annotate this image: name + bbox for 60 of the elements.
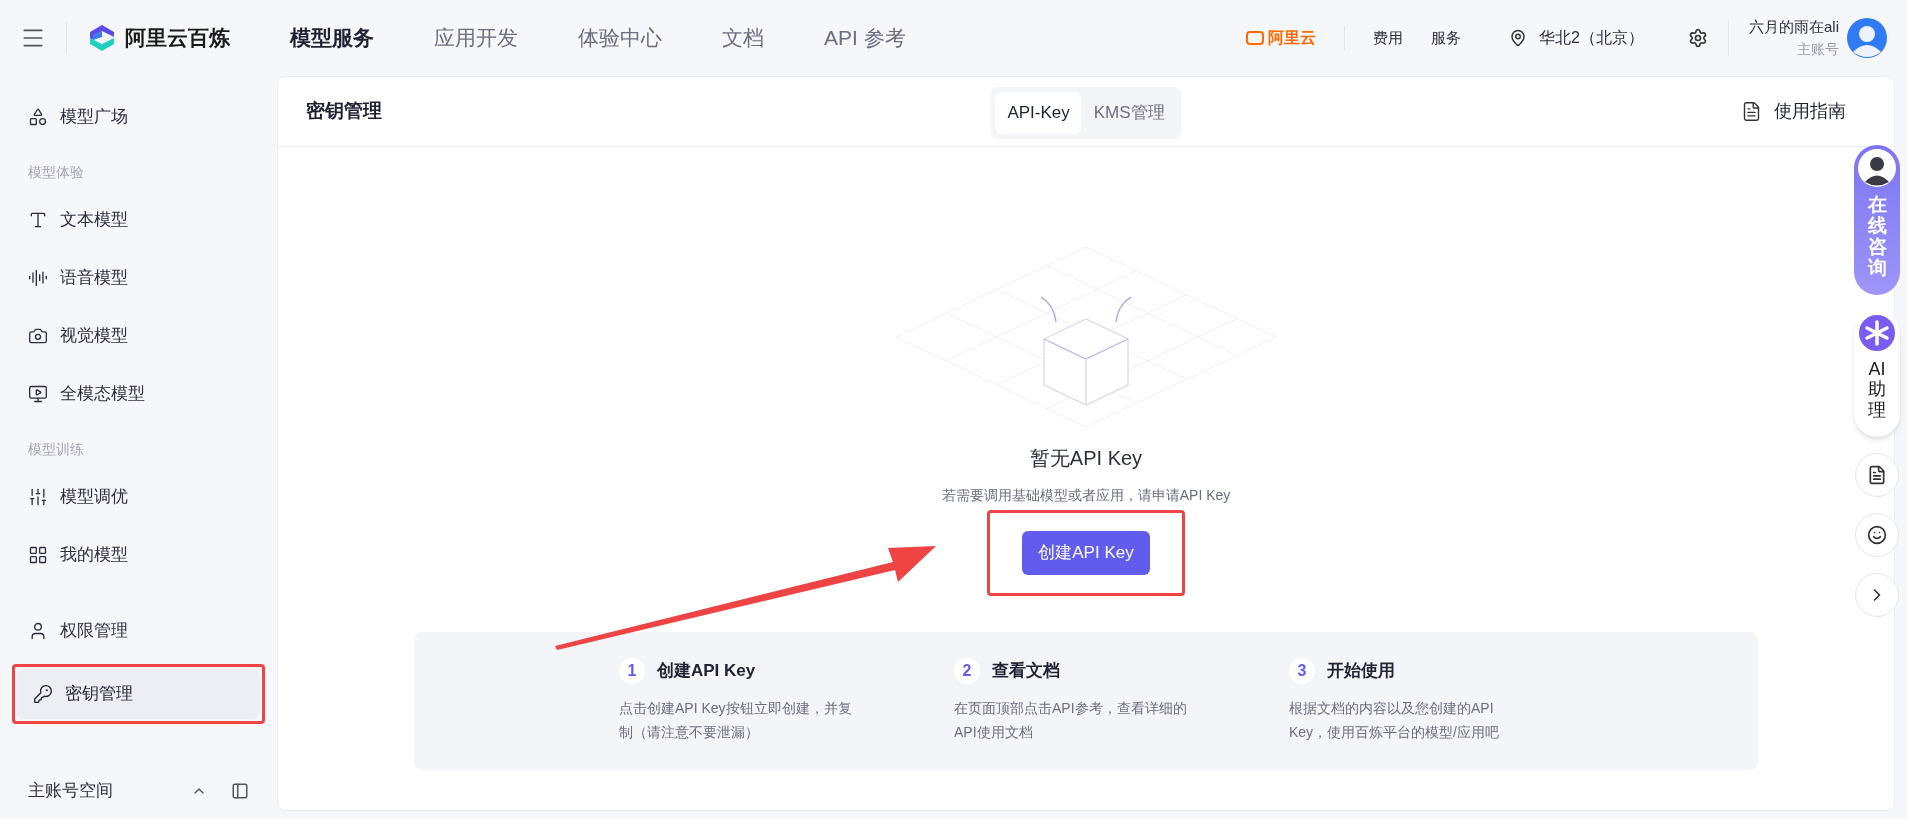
key-icon [33, 684, 53, 704]
nav-tab[interactable]: 体验中心 [578, 22, 662, 54]
sliders-icon [28, 487, 48, 507]
section-label: 模型体验 [27, 163, 85, 182]
sidebar-item[interactable]: 文本模型 [12, 195, 265, 245]
play-screen-icon [28, 384, 48, 404]
page-title: 密钥管理 [306, 99, 382, 124]
sidebar-item[interactable]: 模型调优 [12, 472, 265, 522]
nav-tab[interactable]: 模型服务 [290, 22, 374, 54]
step-number: 3 [1289, 658, 1315, 684]
nav-tab[interactable]: API 参考 [824, 22, 906, 54]
sidebar-item[interactable]: 密钥管理 [17, 669, 260, 719]
sidebar-item[interactable]: 全模态模型 [12, 369, 265, 419]
text-icon [28, 210, 48, 230]
smiley-icon [1867, 524, 1887, 545]
grid-icon [28, 545, 48, 565]
asterisk-logo-icon [1859, 314, 1895, 351]
sidebar-item[interactable]: 语音模型 [12, 253, 265, 303]
create-key-button[interactable]: 创建API Key [1022, 531, 1150, 575]
step-number: 2 [954, 658, 980, 684]
document-icon [1867, 464, 1887, 485]
region-selector[interactable]: 华北2（北京） [1539, 26, 1644, 50]
feedback-button[interactable] [1855, 512, 1899, 557]
nav-tab[interactable]: 文档 [722, 22, 764, 54]
sidebar-item[interactable]: 视觉模型 [12, 311, 265, 361]
tab[interactable]: API-Key [995, 92, 1082, 134]
step-description: 在页面顶部点击API参考，查看详细的API使用文档 [954, 699, 1188, 742]
empty-description: 若需要调用基础模型或者应用，请申请API Key [941, 486, 1231, 505]
sidebar-item[interactable]: 模型广场 [12, 92, 265, 142]
header-link[interactable]: 服务 [1431, 26, 1462, 50]
header-link[interactable]: 费用 [1373, 26, 1404, 50]
step-title: 创建API Key [657, 660, 756, 683]
sidebar-item[interactable]: 我的模型 [12, 530, 265, 580]
step-title: 开始使用 [1327, 660, 1395, 683]
empty-title: 暂无API Key [1029, 446, 1143, 471]
agent-avatar-icon [1858, 149, 1896, 187]
step-title: 查看文档 [992, 660, 1060, 683]
nav-tab[interactable]: 应用开发 [434, 22, 518, 54]
location-pin-icon [1509, 29, 1528, 47]
logo-icon [87, 23, 117, 53]
collapse-panel-icon[interactable] [231, 782, 249, 800]
account-type: 主账号 [1797, 39, 1839, 59]
camera-icon [28, 326, 48, 346]
settings-icon[interactable] [1688, 28, 1708, 48]
document-button[interactable] [1855, 452, 1899, 497]
shapes-icon [28, 107, 48, 127]
step-number: 1 [619, 658, 645, 684]
step-description: 根据文档的内容以及您创建的API Key，使用百炼平台的模型/应用吧 [1289, 699, 1500, 742]
user-name: 六月的雨在ali [1749, 17, 1839, 38]
step-description: 点击创建API Key按钮立即创建，并复制（请注意不要泄漏） [619, 699, 853, 742]
workspace-label: 主账号空间 [28, 780, 114, 803]
section-label: 模型训练 [27, 440, 85, 459]
sidebar-item[interactable]: 权限管理 [12, 606, 265, 656]
guide-link[interactable]: 使用指南 [1774, 98, 1846, 125]
document-icon [1741, 101, 1762, 122]
avatar-icon[interactable] [1847, 18, 1887, 58]
assistant-button[interactable]: AI助理 [1854, 310, 1900, 437]
tab[interactable]: KMS管理 [1081, 92, 1177, 134]
app-name: 阿里云百炼 [125, 25, 230, 52]
waveform-icon [28, 268, 48, 288]
